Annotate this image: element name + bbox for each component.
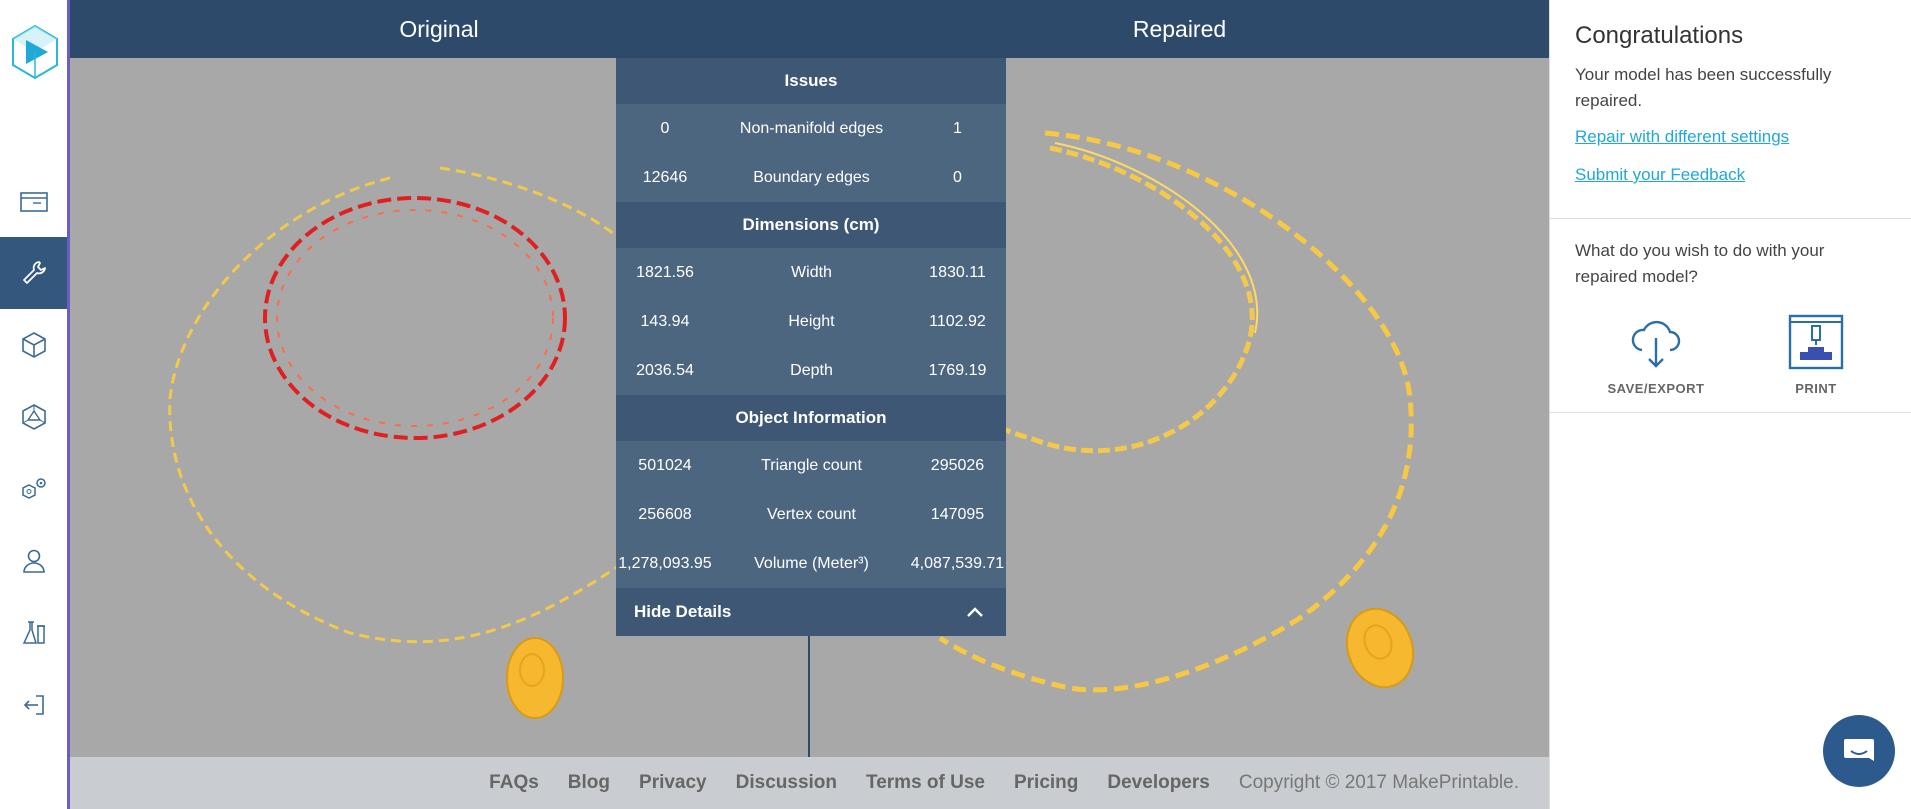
- logout-icon: [23, 695, 44, 715]
- table-row: 2036.54 Depth 1769.19: [616, 346, 1006, 395]
- polyhedron-icon: [21, 404, 46, 430]
- metric-label: Volume (Meter³): [754, 554, 869, 572]
- divider: [1550, 218, 1911, 219]
- footer-link-faqs[interactable]: FAQs: [489, 772, 539, 794]
- chat-icon: [1844, 739, 1874, 761]
- table-row: 256608 Vertex count 147095: [616, 490, 1006, 539]
- issues-heading: Issues: [616, 58, 1006, 104]
- sidebar-item-labs[interactable]: [0, 597, 67, 669]
- footer-link-developers[interactable]: Developers: [1107, 772, 1209, 794]
- footer-link-privacy[interactable]: Privacy: [639, 772, 707, 794]
- metric-label: Width: [791, 263, 832, 281]
- footer: FAQs Blog Privacy Discussion Terms of Us…: [70, 757, 1549, 809]
- result-panel: Congratulations Your model has been succ…: [1549, 0, 1911, 809]
- panel-title: Congratulations: [1575, 22, 1744, 49]
- repaired-view-header: Repaired: [810, 0, 1549, 58]
- original-value: 501024: [638, 456, 692, 474]
- printer-3d-icon: [1788, 314, 1844, 370]
- submit-feedback-link[interactable]: Submit your Feedback: [1575, 165, 1745, 185]
- sidebar-item-dashboard[interactable]: [0, 166, 67, 238]
- footer-link-terms[interactable]: Terms of Use: [866, 772, 985, 794]
- sidebar-item-account[interactable]: [0, 525, 67, 597]
- original-dna-model: [263, 196, 567, 440]
- divider: [1550, 412, 1911, 413]
- repaired-value: 1102.92: [929, 312, 986, 330]
- success-message: Your model has been successfully repaire…: [1575, 65, 1832, 110]
- sidebar-item-settings[interactable]: [0, 453, 67, 525]
- table-row: 143.94 Height 1102.92: [616, 297, 1006, 346]
- flask-icon: [22, 621, 45, 644]
- table-row: 1821.56 Width 1830.11: [616, 248, 1006, 297]
- repaired-value: 1769.19: [928, 361, 987, 379]
- repaired-value: 0: [953, 168, 962, 186]
- sidebar-item-shapes[interactable]: [0, 381, 67, 453]
- original-value: 0: [660, 119, 670, 137]
- repaired-chain-model: [938, 130, 1415, 693]
- repaired-value: 1830.11: [929, 263, 986, 281]
- repaired-value: 1: [953, 119, 962, 137]
- original-value: 2036.54: [636, 361, 694, 379]
- metric-label: Height: [788, 312, 835, 330]
- next-step-question: What do you wish to do with your repaire…: [1575, 241, 1825, 286]
- hide-details-button[interactable]: Hide Details: [616, 588, 1006, 636]
- footer-link-pricing[interactable]: Pricing: [1014, 772, 1078, 794]
- play-cube-logo-icon[interactable]: [10, 24, 60, 80]
- dimensions-heading: Dimensions (cm): [616, 202, 1006, 248]
- original-value: 143.94: [640, 312, 690, 330]
- repaired-value: 147095: [930, 505, 985, 523]
- original-value: 1,278,093.95: [618, 554, 712, 572]
- gears-icon: [21, 478, 46, 499]
- cloud-download-icon: [1631, 320, 1681, 368]
- model-viewer[interactable]: Original Repaired Issues 0 Non-manifold …: [70, 0, 1549, 809]
- metric-label: Vertex count: [767, 505, 856, 523]
- footer-link-discussion[interactable]: Discussion: [736, 772, 837, 794]
- chevron-up-icon: [967, 607, 983, 617]
- original-view-header: Original: [70, 0, 808, 58]
- repaired-value: 4,087,539.71: [910, 554, 1005, 572]
- print-button[interactable]: PRINT: [1751, 312, 1881, 396]
- save-export-button[interactable]: SAVE/EXPORT: [1591, 312, 1721, 396]
- table-row: 501024 Triangle count 295026: [616, 441, 1006, 490]
- sidebar: [0, 0, 70, 809]
- original-value: 12646: [642, 168, 688, 186]
- cube-icon: [21, 332, 46, 358]
- original-value: 1821.56: [636, 263, 694, 281]
- wrench-icon: [22, 261, 46, 284]
- table-row: 12646 Boundary edges 0: [616, 153, 1006, 202]
- card-icon: [19, 192, 48, 212]
- save-export-label: SAVE/EXPORT: [1607, 381, 1705, 396]
- object-info-heading: Object Information: [616, 395, 1006, 441]
- chat-launcher-button[interactable]: [1823, 715, 1895, 787]
- sidebar-item-models[interactable]: [0, 309, 67, 381]
- print-label: PRINT: [1795, 381, 1837, 396]
- hide-details-label: Hide Details: [634, 602, 732, 621]
- table-row: 1,278,093.95 Volume (Meter³) 4,087,539.7…: [616, 539, 1006, 588]
- sidebar-item-repair[interactable]: [0, 237, 67, 309]
- user-icon: [22, 549, 45, 573]
- footer-link-blog[interactable]: Blog: [568, 772, 610, 794]
- sidebar-item-logout[interactable]: [0, 669, 67, 741]
- metric-label: Triangle count: [761, 456, 862, 474]
- original-chain-model: [168, 166, 632, 719]
- metric-label: Non-manifold edges: [739, 119, 884, 137]
- repaired-value: 295026: [930, 456, 985, 474]
- original-value: 256608: [638, 505, 692, 523]
- metric-label: Boundary edges: [753, 168, 870, 186]
- repair-different-settings-link[interactable]: Repair with different settings: [1575, 127, 1789, 147]
- table-row: 0 Non-manifold edges 1: [616, 104, 1006, 153]
- details-panel: Issues 0 Non-manifold edges 1 12646 Boun…: [616, 58, 1006, 636]
- app-root: Original Repaired Issues 0 Non-manifold …: [0, 0, 1911, 809]
- metric-label: Depth: [790, 361, 833, 379]
- copyright-text: Copyright © 2017 MakePrintable.: [1238, 772, 1519, 793]
